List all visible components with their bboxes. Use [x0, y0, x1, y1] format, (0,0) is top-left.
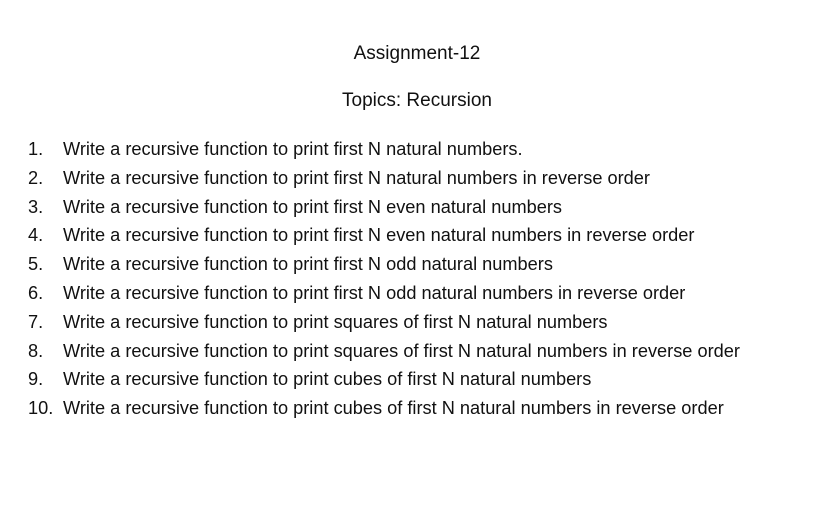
list-item-text: Write a recursive function to print firs…: [63, 167, 650, 188]
document-page: Assignment-12 Topics: Recursion 1. Write…: [0, 0, 815, 516]
list-item-number: 2.: [28, 167, 44, 188]
list-item-text: Write a recursive function to print squa…: [63, 311, 608, 332]
list-item-number: 10.: [28, 398, 54, 419]
list-item-number: 4.: [28, 225, 44, 246]
document-subtitle: Topics: Recursion: [342, 90, 492, 111]
list-item-number: 1.: [28, 139, 44, 159]
list-item-text: Write a recursive function to print firs…: [63, 225, 695, 246]
list-item-text: Write a recursive function to print firs…: [63, 254, 553, 275]
document-title: Assignment-12: [353, 43, 481, 64]
list-item-text: Write a recursive function to print firs…: [63, 139, 523, 159]
list-item-text: Write a recursive function to print squa…: [63, 340, 740, 361]
list-item-number: 8.: [28, 340, 44, 361]
list-item-number: 3.: [28, 196, 44, 217]
list-item-text: Write a recursive function to print firs…: [63, 282, 686, 303]
list-item-text: Write a recursive function to print cube…: [63, 369, 592, 390]
list-item-number: 9.: [28, 369, 44, 390]
list-item-number: 7.: [28, 311, 44, 332]
list-item-text: Write a recursive function to print cube…: [63, 398, 724, 419]
list-item-number: 6.: [28, 282, 44, 303]
list-item-text: Write a recursive function to print firs…: [63, 196, 563, 217]
list-item-number: 5.: [28, 254, 44, 275]
